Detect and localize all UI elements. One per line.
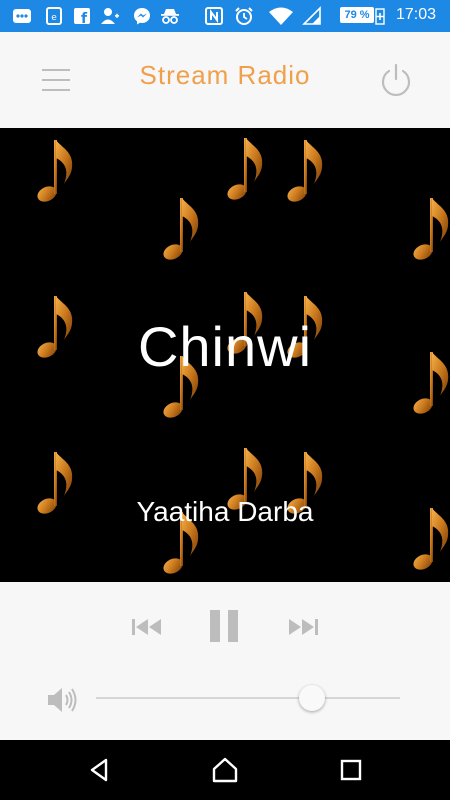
svg-text:e: e [51,13,57,23]
battery-icon [375,8,385,25]
volume-track [96,697,400,699]
album-art: Chinwi Yaatiha Darba [0,128,450,582]
artist-name: Yaatiha Darba [136,496,314,527]
svg-text:f: f [81,11,88,26]
recents-icon[interactable] [336,755,366,785]
back-icon[interactable] [84,755,114,785]
player-controls [0,582,450,740]
note-icon [34,140,73,205]
battery-level: 79 % [340,7,374,23]
note-icon [410,198,449,263]
alarm-icon [235,7,253,25]
toolbar: Stream Radio [0,32,450,128]
skip-next-icon[interactable] [282,612,322,642]
incognito-icon [161,9,179,24]
app-window: Stream Radio Chinwi Yaatiha Darba [0,32,450,740]
skip-previous-icon[interactable] [128,612,168,642]
messenger-icon [134,8,150,25]
song-title: Chinwi [137,315,313,378]
note-icon [284,140,323,205]
volume-thumb[interactable] [299,685,325,711]
messaging-icon: e [46,7,62,25]
signal-icon [302,6,321,25]
volume-slider[interactable] [96,683,400,713]
pause-icon[interactable] [204,606,244,646]
home-icon[interactable] [210,755,240,785]
add-contact-icon [101,8,119,24]
note-icon [160,198,199,263]
volume-icon[interactable] [44,682,80,718]
note-icon [224,138,263,203]
more-icon [13,9,31,23]
navigation-bar [0,740,450,800]
clock: 17:03 [396,6,437,23]
power-icon[interactable] [378,62,414,98]
nfc-icon [205,7,223,25]
wifi-icon [269,7,293,25]
status-bar: e f 79 % 17:03 [0,0,450,32]
facebook-icon: f [74,8,90,26]
